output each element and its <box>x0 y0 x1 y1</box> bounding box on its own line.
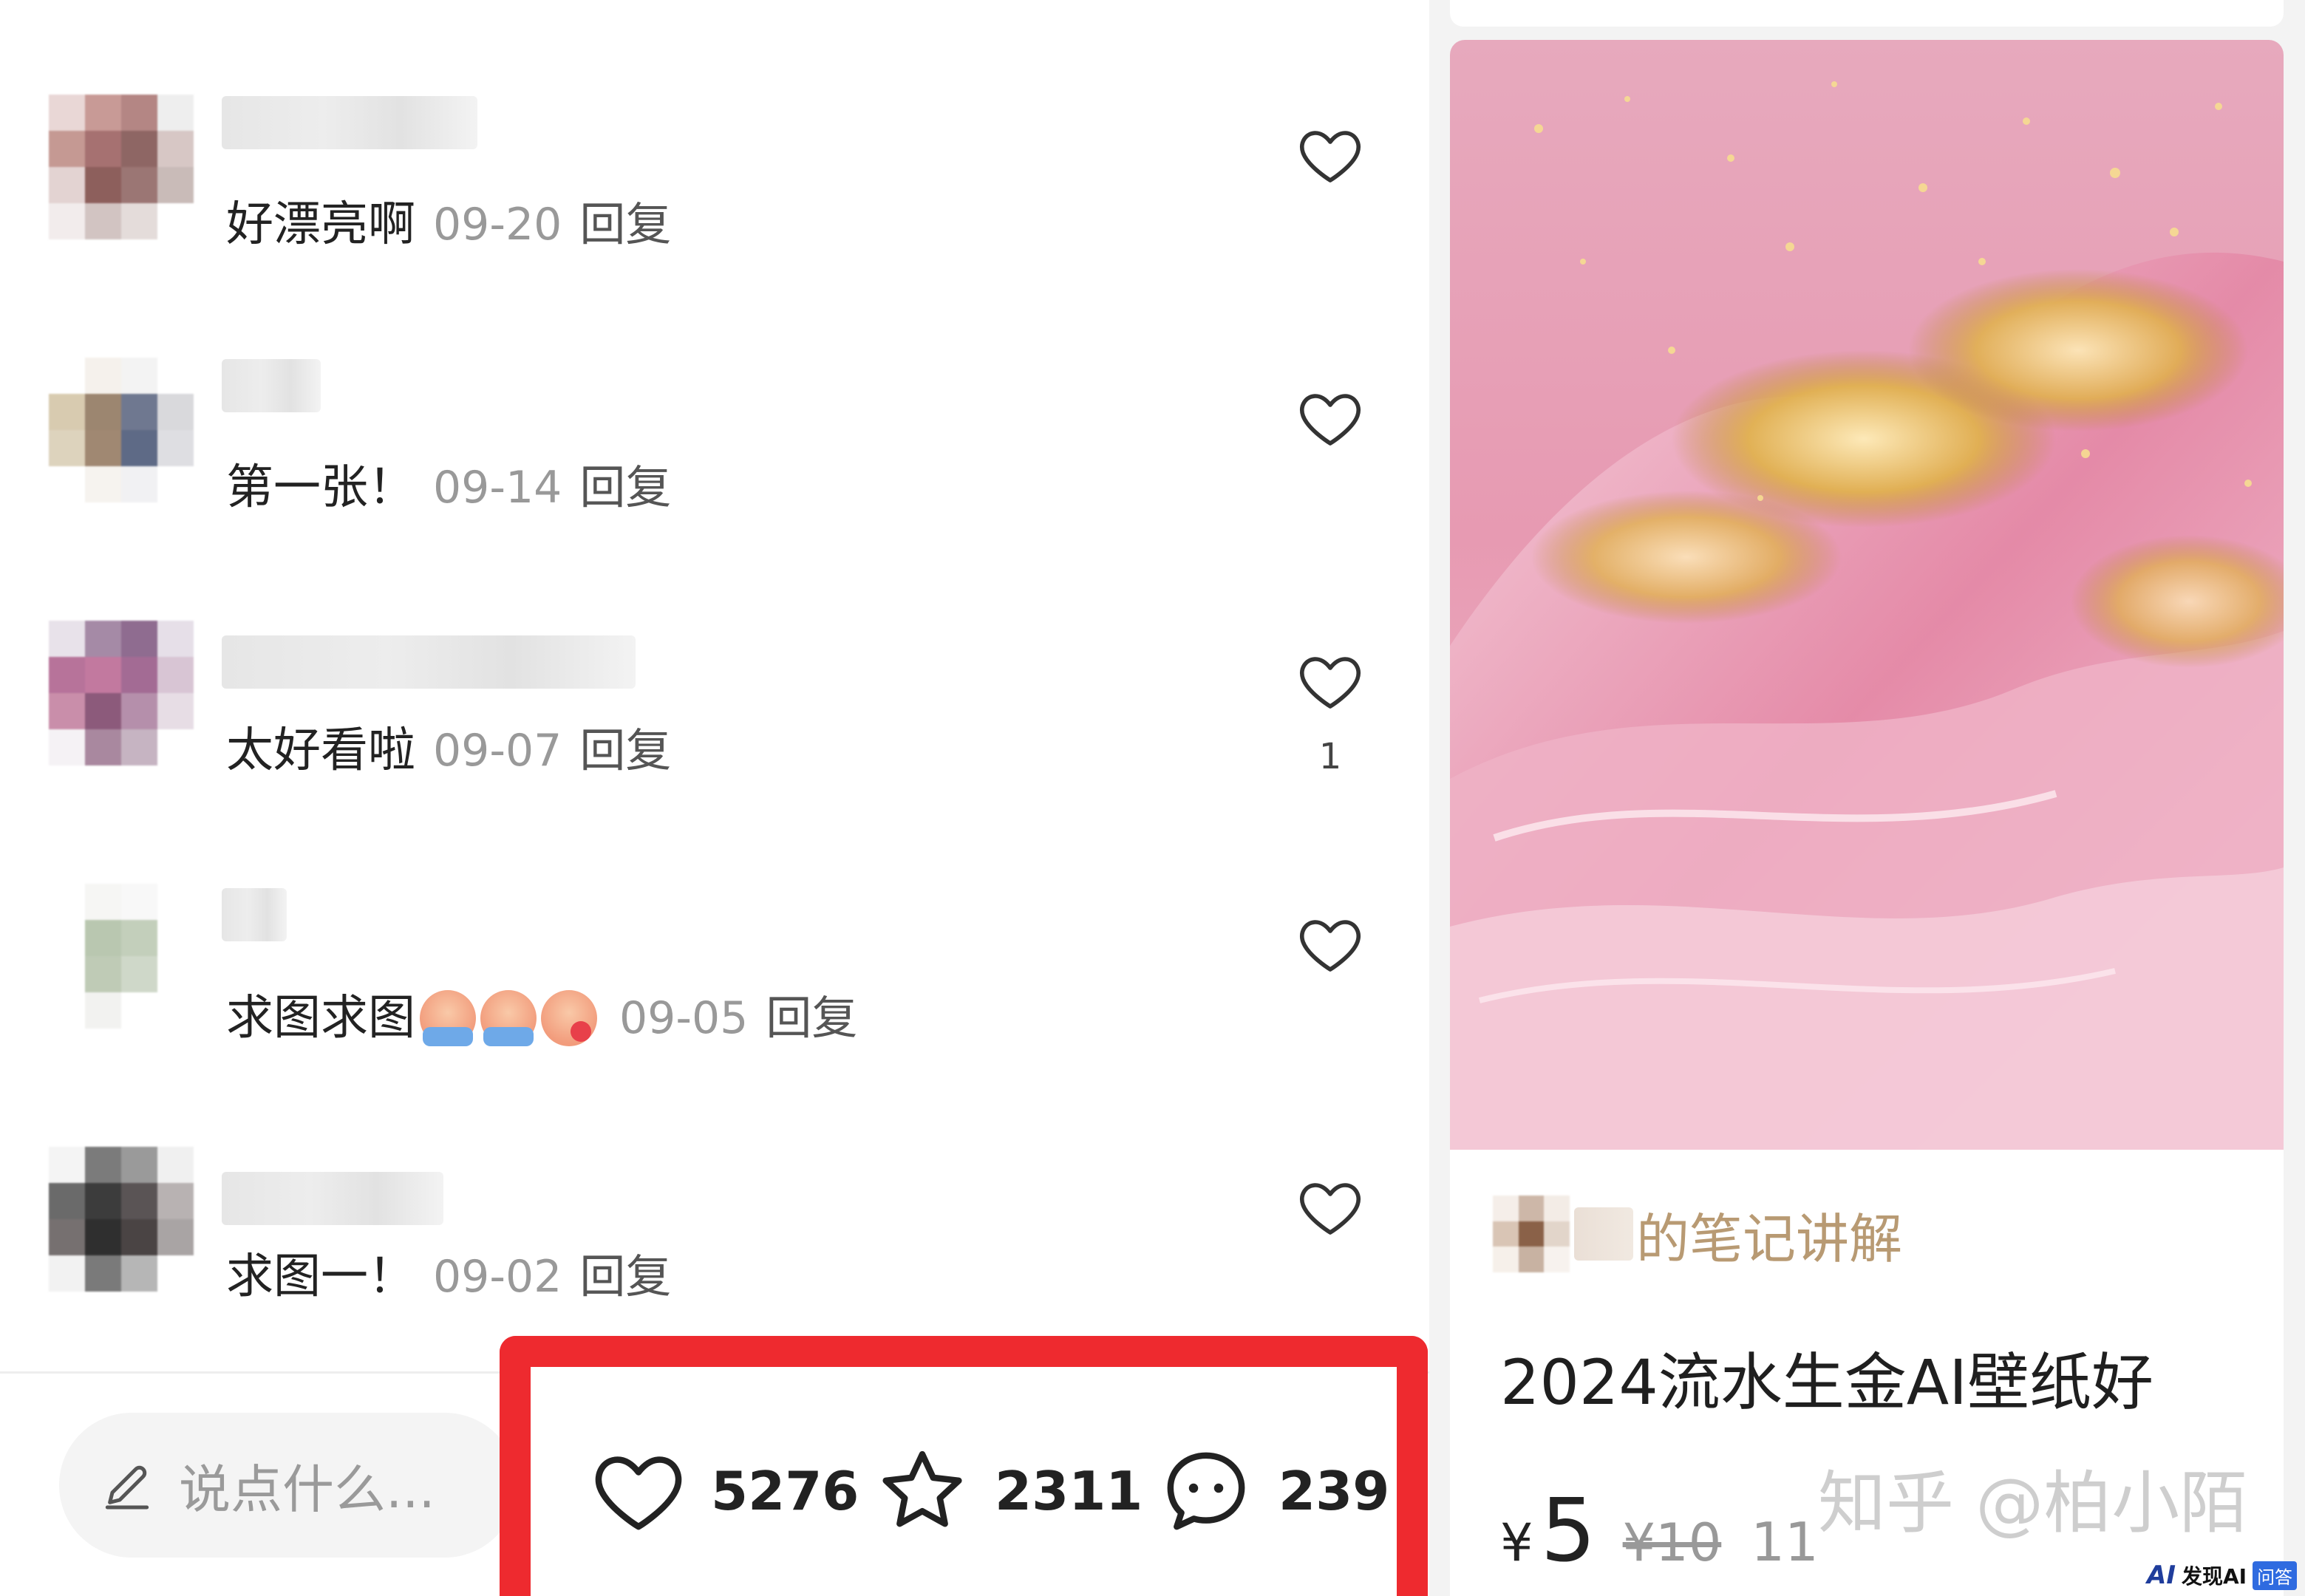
note-title[interactable]: 2024流水生金AI壁纸好 <box>1500 1333 2154 1422</box>
comment-like-button[interactable] <box>1295 646 1366 717</box>
comment-text: 太好看啦 <box>226 723 415 778</box>
comment-date: 09-07 <box>433 725 562 777</box>
username-blurred[interactable] <box>222 96 477 149</box>
comment-date: 09-14 <box>433 462 562 514</box>
comment-item: 第一张！ 09-14 回复 <box>0 263 1429 514</box>
wallpaper-image[interactable] <box>1450 40 2284 1150</box>
username-blurred[interactable] <box>222 635 636 689</box>
reply-button[interactable]: 回复 <box>579 465 671 511</box>
comment-count: 239 <box>1279 1460 1390 1522</box>
heart-icon <box>595 1456 682 1530</box>
username-blurred[interactable] <box>222 359 321 412</box>
comment-like-button[interactable] <box>1295 383 1366 454</box>
author-note-label: 的笔记讲解 <box>1636 1207 1903 1270</box>
price-currency: ¥ <box>1500 1513 1533 1573</box>
avatar[interactable] <box>49 884 194 1029</box>
author-avatar[interactable] <box>1493 1196 1570 1272</box>
comment-like-button[interactable] <box>1295 909 1366 980</box>
comment-text-row: 求图一！ 09-02 回复 <box>226 1253 671 1300</box>
comment-item: 好漂亮啊 09-20 回复 <box>0 0 1429 251</box>
reply-button[interactable]: 回复 <box>579 1254 671 1300</box>
comment-text: 好漂亮啊 <box>226 197 415 252</box>
comment-text: 求图一！ <box>226 1249 415 1304</box>
heart-icon <box>1300 394 1361 446</box>
username-blurred[interactable] <box>222 1172 443 1225</box>
note-card[interactable]: 的笔记讲解 2024流水生金AI壁纸好 ¥ 5 ¥10 11 <box>1450 40 2284 1596</box>
comment-text-row: 太好看啦 09-07 回复 <box>226 727 671 774</box>
heart-icon <box>1300 657 1361 709</box>
avatar[interactable] <box>49 95 194 239</box>
pencil-icon <box>105 1465 149 1510</box>
comment-text-row: 求图求图 09-05 回复 <box>226 990 857 1046</box>
comment-date: 09-20 <box>433 199 562 250</box>
wallpaper-illustration <box>1450 40 2284 1150</box>
comment-input[interactable]: 说点什么... <box>59 1413 517 1558</box>
like-button[interactable]: 5276 <box>588 1441 859 1541</box>
reply-button[interactable]: 回复 <box>579 728 671 774</box>
previous-card[interactable] <box>1450 0 2284 27</box>
recommendation-panel: 的笔记讲解 2024流水生金AI壁纸好 ¥ 5 ¥10 11 <box>1429 0 2305 1596</box>
username-blurred[interactable] <box>222 888 287 941</box>
ai-logo-mark: AI <box>2147 1561 2176 1590</box>
price-row: ¥ 5 ¥10 11 <box>1500 1479 1819 1581</box>
corner-logo: AI 发现AI 问答 <box>2147 1561 2298 1590</box>
reply-button[interactable]: 回复 <box>579 202 671 248</box>
star-icon <box>882 1450 962 1527</box>
avatar[interactable] <box>49 621 194 765</box>
emoji-stickers <box>420 990 602 1046</box>
price-value: 5 <box>1540 1479 1596 1581</box>
comment-item: 求图一！ 09-02 回复 <box>0 1052 1429 1303</box>
comment-item: 太好看啦 09-07 回复 1 <box>0 526 1429 777</box>
heart-icon <box>1300 1183 1361 1235</box>
like-count: 5276 <box>711 1460 859 1522</box>
original-price: ¥10 <box>1622 1513 1722 1573</box>
comment-input-placeholder: 说点什么... <box>179 1459 435 1520</box>
comment-date: 09-02 <box>433 1251 562 1303</box>
comment-item: 求图求图 09-05 回复 <box>0 789 1429 1046</box>
kiss-emoji-icon <box>541 990 597 1046</box>
heart-icon <box>1300 920 1361 972</box>
author-row[interactable]: 的笔记讲解 <box>1493 1196 1903 1272</box>
author-name-blurred[interactable] <box>1574 1207 1633 1261</box>
comment-like-count: 1 <box>1318 736 1342 777</box>
sold-count: 11 <box>1751 1511 1819 1573</box>
brand-name: 发现AI <box>2181 1564 2247 1589</box>
crying-emoji-icon <box>420 990 476 1046</box>
comment-text: 求图求图 <box>226 991 415 1046</box>
crying-emoji-icon <box>480 990 537 1046</box>
comment-text-row: 好漂亮啊 09-20 回复 <box>226 201 671 248</box>
collect-button[interactable]: 2311 <box>872 1441 1143 1541</box>
collect-count: 2311 <box>995 1460 1143 1522</box>
watermark: 知乎 @柏小陌 <box>1818 1464 2248 1543</box>
comment-date: 09-05 <box>619 992 749 1044</box>
reply-button[interactable]: 回复 <box>766 995 857 1041</box>
comment-button[interactable]: 239 <box>1156 1441 1389 1541</box>
chat-bubble-icon <box>1167 1452 1245 1530</box>
avatar[interactable] <box>49 1147 194 1292</box>
comment-text-row: 第一张！ 09-14 回复 <box>226 464 671 511</box>
comment-like-button[interactable] <box>1295 1172 1366 1243</box>
heart-icon <box>1300 131 1361 183</box>
avatar[interactable] <box>49 358 194 502</box>
comment-text: 第一张！ <box>226 460 415 515</box>
comment-like-button[interactable] <box>1295 120 1366 191</box>
brand-tag: 问答 <box>2253 1561 2298 1590</box>
